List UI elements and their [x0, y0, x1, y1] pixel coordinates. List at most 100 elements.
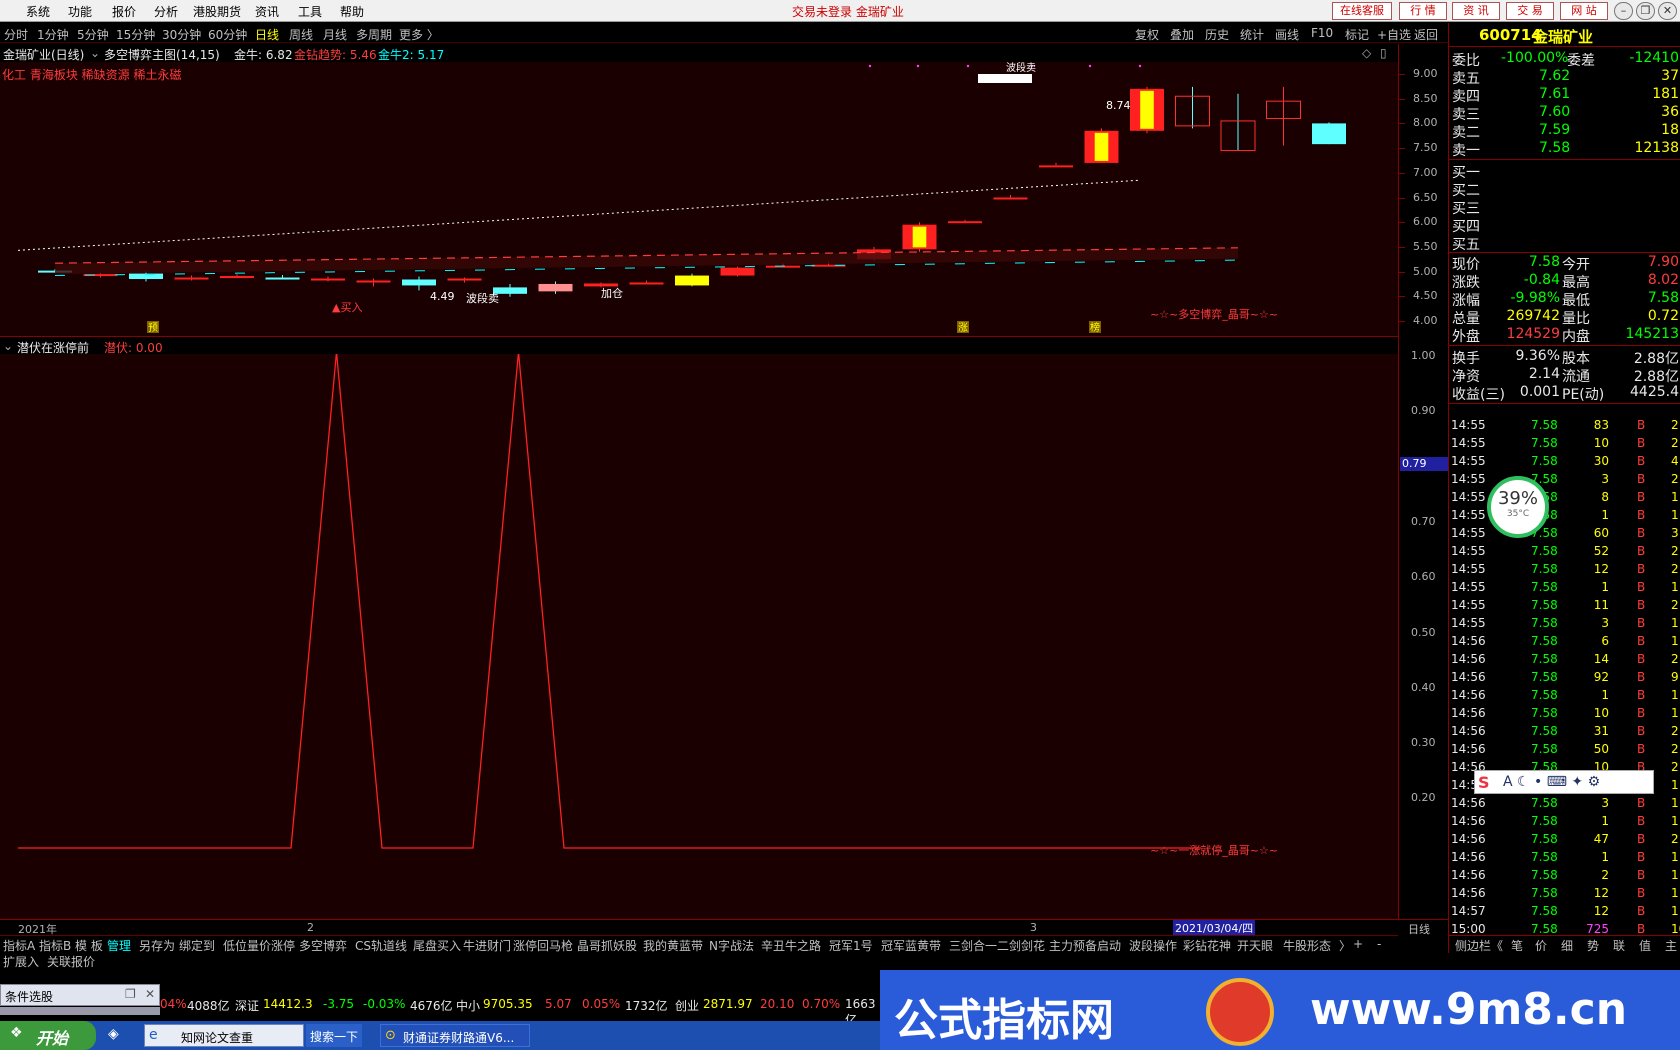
minimize-icon[interactable]: –: [1614, 2, 1633, 20]
online-service-button[interactable]: 在线客服: [1332, 2, 1392, 20]
period-tab[interactable]: 30分钟: [162, 26, 201, 43]
panel-toggle-icon[interactable]: ▯: [1380, 46, 1387, 60]
period-tab[interactable]: 分时: [4, 26, 28, 43]
wave-sell-label: 波段卖: [466, 291, 499, 305]
dropdown-icon[interactable]: ⌄: [90, 46, 100, 60]
tick-volume: 1: [1601, 814, 1609, 828]
trade-button[interactable]: 交 易: [1506, 2, 1554, 20]
menu-news[interactable]: 资讯: [255, 3, 279, 20]
website-button[interactable]: 网 站: [1560, 2, 1608, 20]
taskbar-item-active[interactable]: ⊙ 财通证券财路通V6...: [380, 1024, 530, 1047]
ime-tools-icon[interactable]: A ☾ • ⌨ ✦ ⚙: [1503, 774, 1600, 790]
quote-tab[interactable]: 联: [1613, 937, 1625, 954]
tick-row: 14:55 7.58 11 B 2: [1449, 596, 1680, 614]
menu-hk-futures[interactable]: 港股期货: [193, 3, 241, 20]
tick-side: B: [1637, 832, 1646, 846]
add-position-label: 加仓: [601, 286, 623, 300]
ask-row: 卖二 7.59 18: [1449, 122, 1680, 141]
period-tab[interactable]: 多周期: [356, 26, 392, 43]
speed-widget[interactable]: 39% 35°C: [1487, 476, 1549, 538]
taskbar-item[interactable]: e 知网论文查重: [144, 1024, 304, 1047]
quote-tab[interactable]: 侧边栏《: [1455, 937, 1503, 954]
bid-label: 买一: [1452, 165, 1480, 181]
period-tab[interactable]: 60分钟: [208, 26, 247, 43]
tick-price: 7.58: [1531, 598, 1558, 612]
indicator-name[interactable]: 多空博弈主图(14,15): [104, 46, 220, 63]
bottom-mark: 榜: [1090, 321, 1100, 334]
market-button[interactable]: 行 情: [1399, 2, 1447, 20]
period-tab-more[interactable]: 更多 〉: [399, 26, 439, 43]
divider: [1449, 345, 1680, 346]
formula-tab[interactable]: -: [1377, 937, 1381, 951]
condition-panel[interactable]: 条件选股 ❐ ✕: [0, 984, 160, 1006]
quote-tab[interactable]: 笔: [1511, 937, 1523, 954]
ime-logo-icon[interactable]: S: [1478, 773, 1490, 792]
tick-row: 14:56 7.58 47 B 2: [1449, 830, 1680, 848]
stats-button[interactable]: 统计: [1240, 26, 1264, 43]
stat-row: 现价 7.58 今开 7.90: [1449, 254, 1680, 273]
ime-toolbar[interactable]: S A ☾ • ⌨ ✦ ⚙: [1474, 770, 1654, 794]
mark-button[interactable]: 标记: [1345, 26, 1369, 43]
restore-icon[interactable]: ❐: [125, 987, 136, 1001]
menu-system[interactable]: 系统: [26, 3, 50, 20]
tick-count: 2: [1671, 562, 1679, 576]
history-button[interactable]: 历史: [1205, 26, 1229, 43]
formula-tab-bar: 指标A 指标B 模 板管理 另存为 绑定到 低位量价涨停 多空博弈 CS轨道线 尾盘买入 牛进财门…: [0, 935, 1398, 953]
ie-icon: e: [149, 1027, 158, 1043]
quote-tab[interactable]: 细: [1561, 937, 1573, 954]
back-button[interactable]: 返回: [1414, 26, 1438, 43]
close-icon[interactable]: ✕: [1658, 2, 1677, 20]
tick-side: B: [1637, 454, 1646, 468]
tick-side: B: [1637, 418, 1646, 432]
condition-panel-progress: [0, 1007, 160, 1015]
stock-title: 金瑞矿业(日线): [3, 48, 85, 62]
f10-button[interactable]: F10: [1311, 26, 1333, 40]
quote-tab[interactable]: 价: [1535, 937, 1547, 954]
diamond-icon[interactable]: ◇: [1362, 46, 1371, 60]
stat-label: 外盘: [1452, 329, 1480, 345]
menu-bar: 系统 功能 报价 分析 港股期货 资讯 工具 帮助 交易未登录 金瑞矿业 在线客…: [0, 0, 1680, 22]
add-watch-button[interactable]: +自选: [1377, 26, 1411, 43]
widget-percent: 39%: [1497, 488, 1538, 509]
menu-quote[interactable]: 报价: [112, 3, 136, 20]
dropdown-icon[interactable]: ⌄: [3, 339, 13, 353]
period-tab[interactable]: 周线: [289, 26, 313, 43]
stat-label: PE(动): [1562, 387, 1605, 403]
quote-tab[interactable]: 势: [1587, 937, 1599, 954]
indicator-panel[interactable]: ⌄ 潜伏在涨停前 潜伏: 0.00 ~☆~一涨就停_晶哥~☆~: [0, 336, 1398, 919]
menu-function[interactable]: 功能: [68, 3, 92, 20]
candle-body: [174, 277, 209, 280]
tick-time: 14:55: [1451, 544, 1486, 558]
menu-help[interactable]: 帮助: [340, 3, 364, 20]
period-tab-selected[interactable]: 日线: [255, 26, 279, 43]
stat2-row: 换手 9.36% 股本 2.88亿: [1449, 348, 1680, 367]
tick-count: 2: [1671, 760, 1679, 774]
quote-tab[interactable]: 主: [1665, 937, 1677, 954]
menu-tools[interactable]: 工具: [298, 3, 322, 20]
draw-button[interactable]: 画线: [1275, 26, 1299, 43]
taskbar-search[interactable]: 搜索一下: [306, 1024, 362, 1047]
ext-tab[interactable]: 关联报价: [47, 953, 95, 970]
fuquan-button[interactable]: 复权: [1135, 26, 1159, 43]
formula-tab[interactable]: +: [1353, 937, 1363, 951]
period-tab[interactable]: 月线: [323, 26, 347, 43]
tick-count: 1: [1671, 580, 1679, 594]
kline-panel[interactable]: 金瑞矿业(日线) ⌄ 多空博弈主图(14,15) 金牛: 6.82 金钻趋势: …: [0, 44, 1448, 336]
index-amount: 1732亿: [625, 999, 668, 1013]
quote-tab[interactable]: 值: [1639, 937, 1651, 954]
period-tab[interactable]: 1分钟: [37, 26, 69, 43]
ext-tab[interactable]: 扩展入: [3, 953, 39, 970]
overlay-button[interactable]: 叠加: [1170, 26, 1194, 43]
start-button[interactable]: ❖ 开始: [0, 1021, 96, 1050]
close-icon[interactable]: ✕: [145, 987, 155, 1001]
tick-count: 1: [1671, 868, 1679, 882]
quick-launch-icon[interactable]: ◈: [108, 1026, 119, 1042]
period-tab[interactable]: 15分钟: [116, 26, 155, 43]
index-value: 2871.97: [703, 997, 753, 1011]
tick-volume: 83: [1593, 418, 1609, 432]
period-tab[interactable]: 5分钟: [77, 26, 109, 43]
tick-time: 14:56: [1451, 886, 1486, 900]
restore-icon[interactable]: ❐: [1636, 2, 1655, 20]
news-button[interactable]: 资 讯: [1452, 2, 1500, 20]
menu-analysis[interactable]: 分析: [154, 3, 178, 20]
